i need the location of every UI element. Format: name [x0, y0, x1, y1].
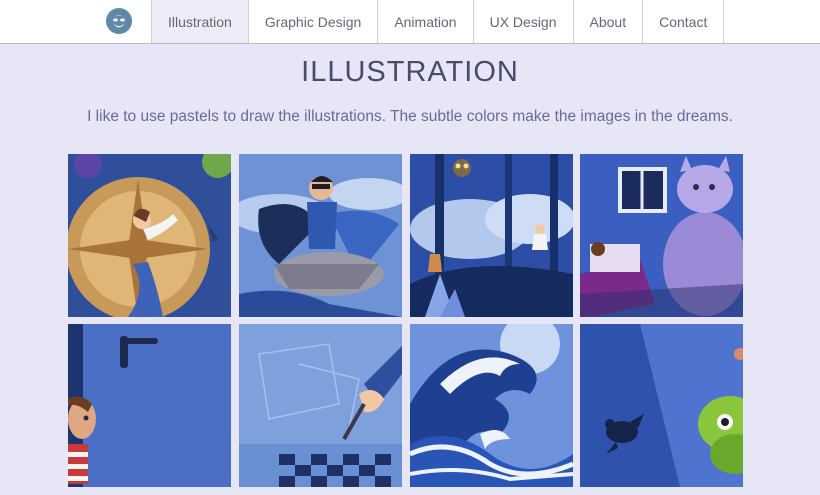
- boy-riding-plane-illustration: [239, 154, 402, 317]
- great-wave-illustration: [410, 324, 573, 487]
- nav-animation[interactable]: Animation: [377, 0, 472, 43]
- night-forest-illustration: [410, 154, 573, 317]
- intro-text: I like to use pastels to draw the illust…: [87, 108, 733, 125]
- main-nav: Illustration Graphic Design Animation UX…: [151, 0, 725, 43]
- gallery-tile-girl-on-compass[interactable]: [68, 154, 231, 317]
- child-behind-door-illustration: [68, 324, 231, 487]
- gallery-tile-boy-riding-plane[interactable]: [239, 154, 402, 317]
- gallery-tile-child-behind-door[interactable]: [68, 324, 231, 487]
- gallery-tile-bedroom-cat[interactable]: [580, 154, 743, 317]
- girl-on-compass-illustration: [68, 154, 231, 317]
- nav-ux-design[interactable]: UX Design: [472, 0, 573, 43]
- page-title: ILLUSTRATION: [301, 56, 519, 88]
- top-navigation-bar: Illustration Graphic Design Animation UX…: [0, 0, 820, 44]
- hand-drawing-illustration: [239, 324, 402, 487]
- nav-graphic-design[interactable]: Graphic Design: [247, 0, 378, 43]
- nav-contact[interactable]: Contact: [642, 0, 725, 43]
- bearded-face-logo-icon[interactable]: [105, 7, 133, 35]
- gallery-tile-hand-drawing[interactable]: [239, 324, 402, 487]
- gallery-tile-turtle-frog[interactable]: [580, 324, 743, 487]
- turtle-frog-illustration: [580, 324, 743, 487]
- gallery-tile-night-forest[interactable]: [410, 154, 573, 317]
- bedroom-cat-illustration: [580, 154, 743, 317]
- gallery-tile-great-wave[interactable]: [410, 324, 573, 487]
- nav-about[interactable]: About: [572, 0, 643, 43]
- nav-illustration[interactable]: Illustration: [151, 0, 248, 43]
